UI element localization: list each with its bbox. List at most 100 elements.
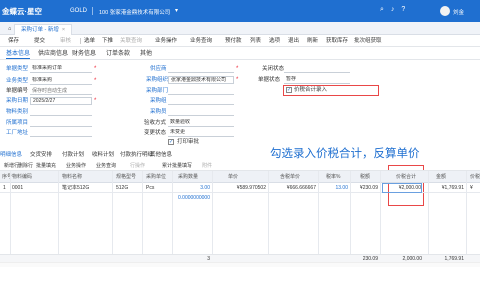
change-state-field: 未变更 bbox=[168, 129, 234, 137]
get-stock-button[interactable]: 获取库存 bbox=[326, 37, 348, 45]
divider bbox=[80, 38, 81, 44]
purch-dept-label: 采购部门 bbox=[146, 88, 169, 94]
biz-type-label: 业务类型 bbox=[6, 78, 29, 84]
required-mark: * bbox=[94, 78, 97, 84]
select-order-button[interactable]: 选单 bbox=[84, 37, 95, 45]
tab-receive-plan[interactable]: 收料计划 bbox=[92, 151, 114, 160]
close-state-field bbox=[284, 65, 350, 73]
change-state-label: 变更状态 bbox=[144, 130, 167, 136]
search-icon[interactable]: ⌕ bbox=[380, 6, 391, 13]
project-field[interactable] bbox=[30, 119, 92, 127]
list-button[interactable]: 列表 bbox=[250, 37, 261, 45]
col-header: 金额 bbox=[436, 174, 447, 180]
page-tabs: ⌂ 采购订单 - 新增 × bbox=[0, 22, 480, 35]
avatar[interactable] bbox=[440, 6, 450, 16]
table-row[interactable]: 1 0001 笔记本512G 512G Pcs 3.00 ¥589.970502… bbox=[0, 183, 480, 193]
exit-button[interactable]: 退出 bbox=[288, 37, 299, 45]
cell-tax-rate[interactable]: 13.00 bbox=[318, 183, 348, 193]
audit-button[interactable]: 审核 bbox=[60, 37, 71, 45]
required-mark: * bbox=[236, 66, 239, 72]
print-approval-checkbox[interactable]: ✓ bbox=[168, 139, 174, 145]
options-button[interactable]: 选项 bbox=[269, 37, 280, 45]
col-header: 单价 bbox=[228, 174, 239, 180]
purch-group-label: 采购组 bbox=[150, 98, 167, 104]
entry-query-menu[interactable]: 业务查询 bbox=[96, 162, 116, 170]
biz-type-field[interactable]: 标准采购 bbox=[30, 77, 92, 85]
tab-basic-info[interactable]: 基本信息 bbox=[6, 50, 31, 59]
doc-type-label: 单据类型 bbox=[6, 66, 29, 72]
purch-dept-field[interactable] bbox=[168, 87, 234, 95]
delete-row-button[interactable]: 删除行 bbox=[18, 162, 33, 170]
table-row[interactable]: 0.0000000000 bbox=[0, 193, 480, 203]
tab-finance-info[interactable]: 财务信息 bbox=[72, 50, 96, 58]
cell-price[interactable]: ¥589.970502 bbox=[212, 183, 266, 193]
tab-purchase-order[interactable]: 采购订单 - 新增 × bbox=[14, 24, 73, 35]
entry-tabs: 明细信息 交货安排 付款计划 收料计划 付款执行明细 其他信息 bbox=[0, 150, 260, 161]
valid-method-label: 验收方式 bbox=[144, 120, 167, 126]
po-date-label: 采购日期 bbox=[6, 98, 29, 104]
tab-supplier-info[interactable]: 供应商信息 bbox=[38, 50, 68, 58]
toolbar-icons[interactable]: ⌕♪? bbox=[380, 6, 412, 14]
entry-ops-menu[interactable]: 业务操作 bbox=[66, 162, 86, 170]
supplier-field[interactable] bbox=[168, 65, 234, 73]
required-mark: * bbox=[236, 77, 239, 83]
valid-method-field[interactable]: 数量验收 bbox=[168, 119, 234, 127]
project-label: 所属项目 bbox=[6, 120, 29, 126]
divider bbox=[92, 7, 93, 15]
cell-total-input[interactable]: ¥2,000.00 bbox=[382, 183, 422, 193]
org-selector[interactable]: 100 张家港金鼎技术有限公司 bbox=[99, 8, 170, 16]
material-req-field[interactable] bbox=[30, 108, 92, 116]
edition-label: GOLD bbox=[70, 8, 88, 14]
batch-get-button[interactable]: 批次组获取 bbox=[354, 37, 382, 45]
cell-tax-price[interactable]: ¥666.666667 bbox=[268, 183, 316, 193]
cell-unit[interactable]: Pcs bbox=[146, 183, 154, 193]
col-header: 价税合计 bbox=[396, 174, 417, 180]
buyer-field[interactable] bbox=[168, 108, 234, 116]
help-icon[interactable]: ? bbox=[401, 6, 412, 13]
refresh-button[interactable]: 刷新 bbox=[307, 37, 318, 45]
cell-material-name[interactable]: 笔记本512G bbox=[62, 183, 89, 193]
tab-payment-plan[interactable]: 付款计划 bbox=[62, 151, 84, 160]
related-query-button[interactable]: 关联查询 bbox=[120, 37, 142, 45]
tab-other[interactable]: 其他 bbox=[140, 50, 152, 58]
submit-button[interactable]: 提交 bbox=[34, 37, 45, 45]
cell-qty[interactable]: 3.00 bbox=[172, 183, 210, 193]
close-icon[interactable]: × bbox=[62, 27, 65, 33]
chevron-down-icon[interactable]: ▾ bbox=[175, 7, 178, 14]
row-ops-menu[interactable]: 行操作 bbox=[130, 162, 145, 170]
col-header: 物料名称 bbox=[62, 174, 83, 180]
purch-group-field[interactable] bbox=[168, 97, 234, 105]
tab-detail-info[interactable]: 明细信息 bbox=[0, 151, 22, 160]
factory-field[interactable] bbox=[30, 129, 92, 137]
cell-spec: 512G bbox=[116, 185, 129, 191]
tab-delivery[interactable]: 交货安排 bbox=[30, 151, 52, 160]
cell-material-code[interactable]: 0001 bbox=[12, 183, 23, 193]
batch-fill-button[interactable]: 批量填充 bbox=[36, 162, 56, 170]
doc-no-label: 单据编号 bbox=[6, 88, 29, 94]
cumulative-fill-button[interactable]: 累计批量填写 bbox=[162, 162, 192, 170]
grid-footer: 3 230.09 2,000.00 1,769.91 bbox=[0, 254, 480, 262]
push-down-button[interactable]: 下推 bbox=[102, 37, 113, 45]
user-name[interactable]: 刘金 bbox=[453, 8, 464, 16]
business-query-menu[interactable]: 业务查询 bbox=[190, 37, 212, 45]
tab-order-terms[interactable]: 订单条款 bbox=[106, 50, 130, 58]
po-date-field[interactable]: 2025/2/27 bbox=[30, 97, 92, 105]
close-state-label: 关闭状态 bbox=[262, 66, 285, 72]
business-ops-menu[interactable]: 业务操作 bbox=[155, 37, 177, 45]
tab-other-info[interactable]: 其他信息 bbox=[150, 151, 172, 160]
cell-qty[interactable]: 0.0000000000 bbox=[172, 193, 210, 203]
purch-org-field[interactable]: 张家港金鼎技术有限公司 bbox=[168, 76, 234, 84]
attachment-button[interactable]: 附件 bbox=[202, 162, 212, 170]
bell-icon[interactable]: ♪ bbox=[391, 6, 402, 13]
add-row-button[interactable]: 新增行 bbox=[4, 162, 19, 170]
required-mark: * bbox=[94, 66, 97, 72]
horizontal-scrollbar[interactable] bbox=[0, 262, 480, 267]
cell-amount: ¥1,769.91 bbox=[441, 185, 464, 191]
tax-price-entry-checkbox[interactable]: ✓ bbox=[286, 87, 292, 93]
doc-state-field: 暂存 bbox=[284, 76, 350, 84]
tab-payment-exec[interactable]: 付款执行明细 bbox=[120, 151, 153, 160]
doc-type-field[interactable]: 标准采购订单 bbox=[30, 65, 92, 73]
save-button[interactable]: 保存 bbox=[8, 37, 19, 45]
doc-no-field[interactable] bbox=[30, 87, 92, 95]
prepayment-button[interactable]: 预付款 bbox=[225, 37, 242, 45]
